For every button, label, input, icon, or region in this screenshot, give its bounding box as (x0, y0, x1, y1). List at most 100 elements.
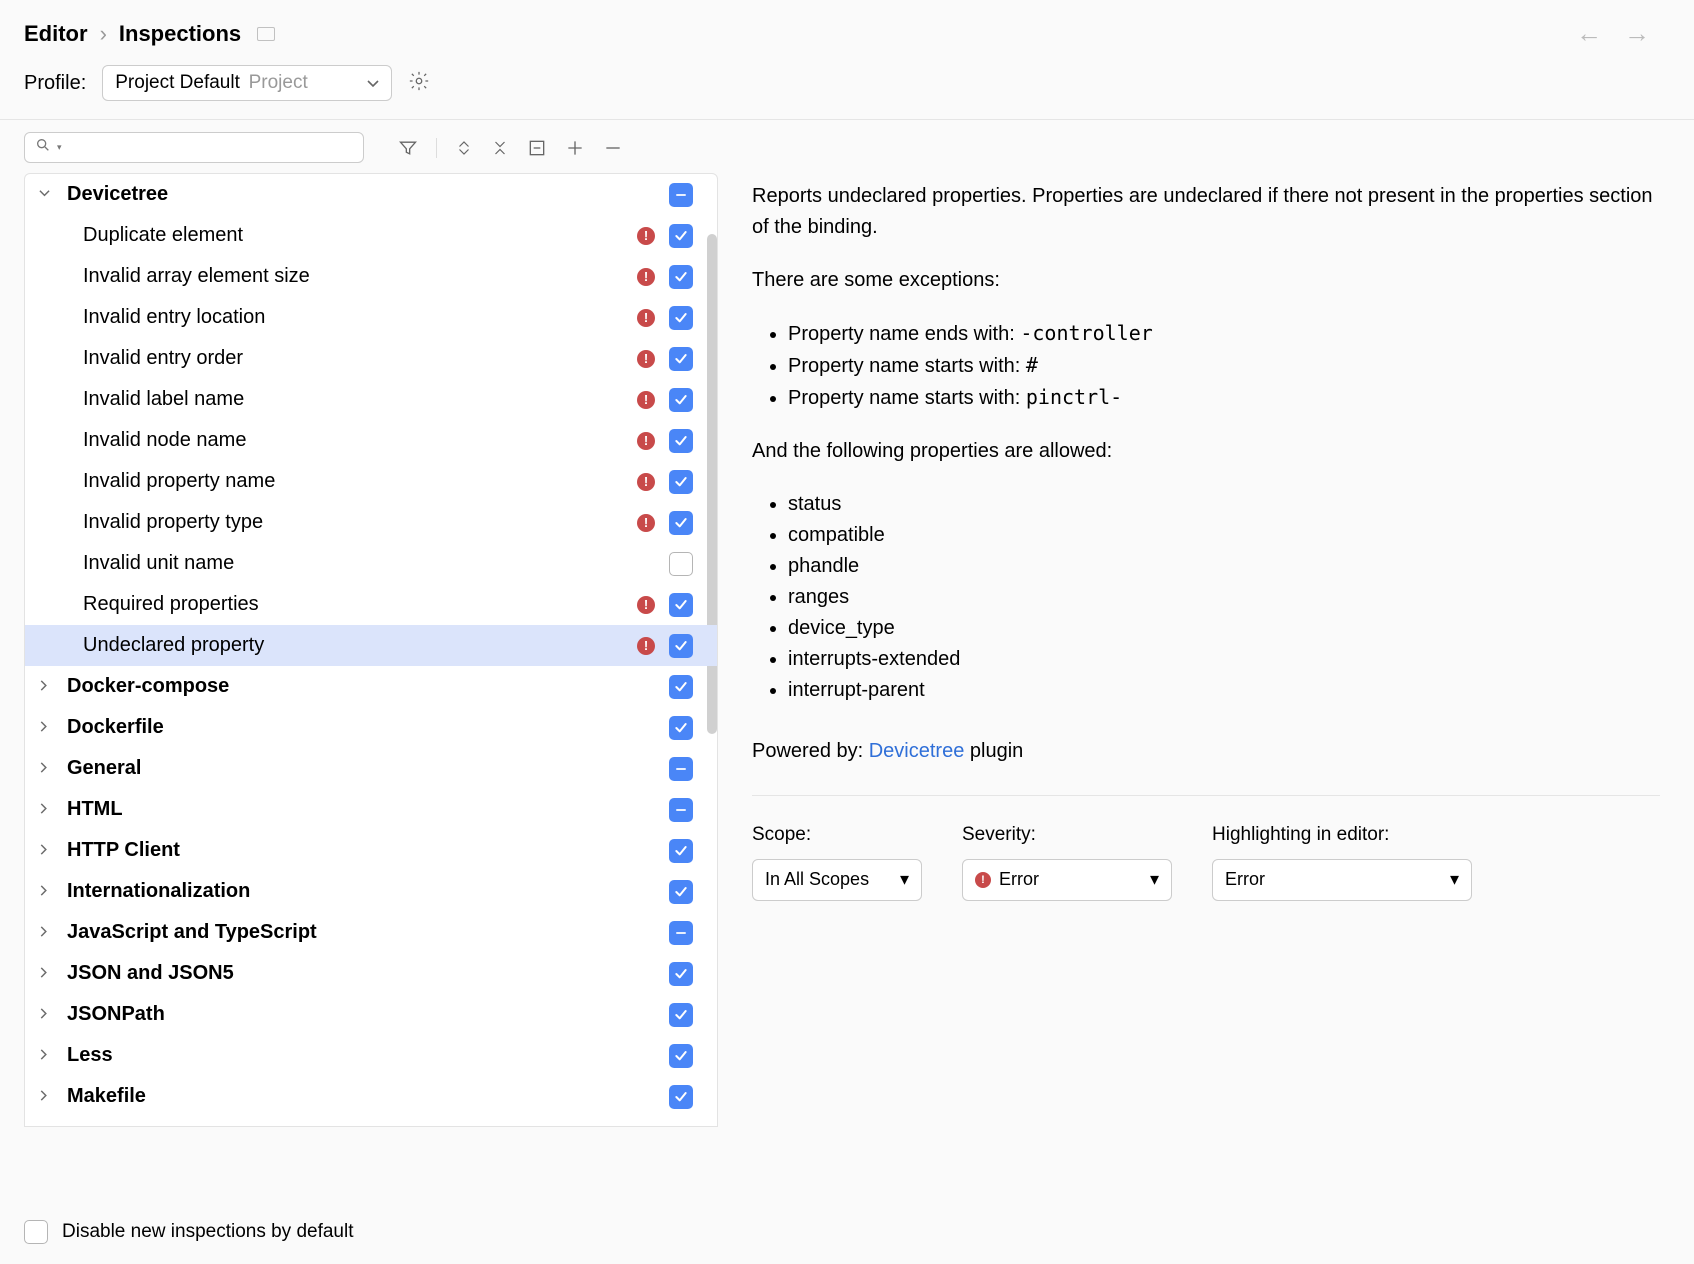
plugin-link[interactable]: Devicetree (869, 740, 965, 762)
nav-forward-icon[interactable]: → (1624, 18, 1650, 49)
tree-group-label: Makefile (67, 1085, 669, 1108)
search-input[interactable]: ▾ (24, 132, 364, 163)
chevron-right-icon[interactable] (35, 1008, 53, 1022)
expand-all-icon[interactable] (451, 135, 477, 161)
chevron-right-icon[interactable] (35, 926, 53, 940)
inspection-checkbox[interactable] (669, 306, 693, 330)
tree-group[interactable]: JSONPath (25, 994, 717, 1035)
chevron-right-icon[interactable] (35, 762, 53, 776)
tree-item-label: Duplicate element (25, 224, 637, 247)
tree-group[interactable]: Makefile (25, 1076, 717, 1117)
filter-icon[interactable] (394, 134, 422, 162)
collapse-all-icon[interactable] (487, 135, 513, 161)
tree-group[interactable]: Internationalization (25, 871, 717, 912)
inspection-checkbox[interactable] (669, 962, 693, 986)
tree-group-label: JavaScript and TypeScript (67, 921, 669, 944)
breadcrumb-parent[interactable]: Editor (24, 21, 88, 47)
inspection-checkbox[interactable] (669, 839, 693, 863)
list-item: phandle (788, 551, 1660, 582)
list-item: device_type (788, 613, 1660, 644)
chevron-down-icon: ▾ (1450, 866, 1459, 894)
inspection-checkbox[interactable] (669, 183, 693, 207)
tree-item[interactable]: Undeclared property (25, 625, 717, 666)
inspection-checkbox[interactable] (669, 429, 693, 453)
search-history-chevron-icon[interactable]: ▾ (57, 142, 62, 153)
powered-by: Powered by: Devicetree plugin (752, 736, 1660, 767)
inspection-checkbox[interactable] (669, 921, 693, 945)
chevron-right-icon[interactable] (35, 844, 53, 858)
tree-group-label: Less (67, 1044, 669, 1067)
tree-group-label: Devicetree (67, 183, 669, 206)
tree-item[interactable]: Invalid unit name (25, 543, 717, 584)
chevron-right-icon[interactable] (35, 967, 53, 981)
reset-icon[interactable] (523, 134, 551, 162)
inspection-checkbox[interactable] (669, 470, 693, 494)
tree-item[interactable]: Invalid array element size (25, 256, 717, 297)
inspection-checkbox[interactable] (669, 224, 693, 248)
add-icon[interactable] (561, 134, 589, 162)
tree-item-label: Invalid property type (25, 511, 637, 534)
disable-new-inspections-checkbox[interactable] (24, 1220, 48, 1244)
error-icon (637, 227, 655, 245)
severity-select[interactable]: Error ▾ (962, 859, 1172, 901)
tree-group[interactable]: Docker-compose (25, 666, 717, 707)
profile-hint: Project (249, 72, 308, 93)
gear-icon[interactable] (408, 70, 430, 97)
tree-group-label: HTML (67, 798, 669, 821)
tree-item[interactable]: Invalid property name (25, 461, 717, 502)
tree-group[interactable]: Devicetree (25, 174, 717, 215)
chevron-down-icon: ▾ (1150, 866, 1159, 894)
inspection-checkbox[interactable] (669, 798, 693, 822)
tree-item[interactable]: Invalid node name (25, 420, 717, 461)
tree-item[interactable]: Invalid entry location (25, 297, 717, 338)
inspection-checkbox[interactable] (669, 593, 693, 617)
remove-icon[interactable] (599, 134, 627, 162)
inspection-checkbox[interactable] (669, 265, 693, 289)
inspection-checkbox[interactable] (669, 388, 693, 412)
tree-group[interactable]: Dockerfile (25, 707, 717, 748)
chevron-down-icon[interactable] (35, 188, 53, 202)
tree-group-label: Docker-compose (67, 675, 669, 698)
detail-exceptions-intro: There are some exceptions: (752, 265, 1660, 296)
disable-new-inspections-label: Disable new inspections by default (62, 1221, 354, 1243)
inspection-checkbox[interactable] (669, 716, 693, 740)
tree-item[interactable]: Invalid entry order (25, 338, 717, 379)
tree-item[interactable]: Invalid label name (25, 379, 717, 420)
chevron-right-icon[interactable] (35, 721, 53, 735)
inspection-tree[interactable]: Devicetree Duplicate element Invalid array… (24, 173, 718, 1127)
list-item: interrupt-parent (788, 675, 1660, 706)
nav-back-icon[interactable]: ← (1576, 18, 1602, 49)
inspection-checkbox[interactable] (669, 1044, 693, 1068)
tree-item[interactable]: Duplicate element (25, 215, 717, 256)
tree-group[interactable]: Less (25, 1035, 717, 1076)
reset-pane-icon[interactable] (257, 27, 275, 41)
highlighting-select[interactable]: Error ▾ (1212, 859, 1472, 901)
tree-item[interactable]: Required properties (25, 584, 717, 625)
tree-group[interactable]: JSON and JSON5 (25, 953, 717, 994)
inspection-checkbox[interactable] (669, 552, 693, 576)
list-item: status (788, 489, 1660, 520)
chevron-right-icon[interactable] (35, 803, 53, 817)
chevron-right-icon[interactable] (35, 680, 53, 694)
tree-item[interactable]: Invalid property type (25, 502, 717, 543)
error-icon (637, 391, 655, 409)
inspection-checkbox[interactable] (669, 634, 693, 658)
inspection-checkbox[interactable] (669, 675, 693, 699)
chevron-right-icon[interactable] (35, 885, 53, 899)
chevron-right-icon[interactable] (35, 1049, 53, 1063)
chevron-right-icon[interactable] (35, 1090, 53, 1104)
tree-group[interactable]: HTTP Client (25, 830, 717, 871)
inspection-checkbox[interactable] (669, 757, 693, 781)
inspection-checkbox[interactable] (669, 511, 693, 535)
tree-group[interactable]: General (25, 748, 717, 789)
scope-select[interactable]: In All Scopes ▾ (752, 859, 922, 901)
tree-group-label: JSONPath (67, 1003, 669, 1026)
inspection-checkbox[interactable] (669, 880, 693, 904)
profile-select[interactable]: Project Default Project (102, 65, 392, 101)
tree-group[interactable]: HTML (25, 789, 717, 830)
inspection-checkbox[interactable] (669, 1085, 693, 1109)
inspection-checkbox[interactable] (669, 1003, 693, 1027)
error-icon (637, 596, 655, 614)
tree-group[interactable]: JavaScript and TypeScript (25, 912, 717, 953)
inspection-checkbox[interactable] (669, 347, 693, 371)
